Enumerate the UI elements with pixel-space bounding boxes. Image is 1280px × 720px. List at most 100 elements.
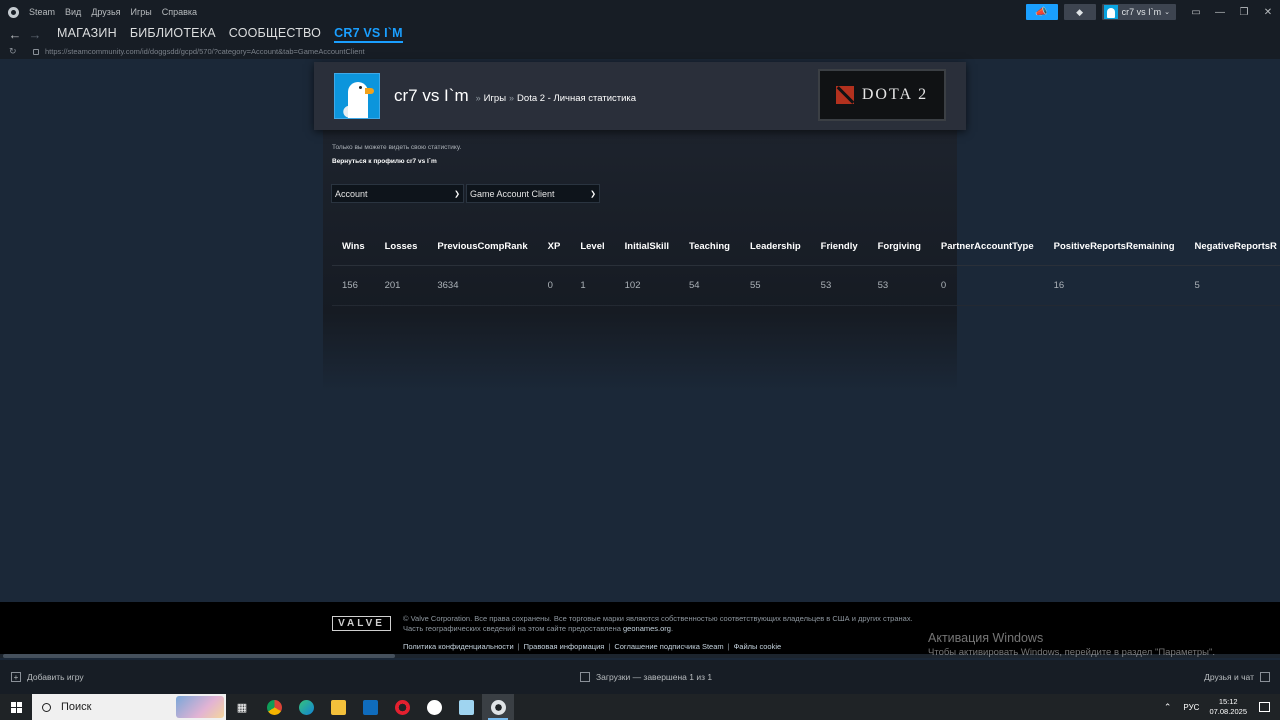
- notes-app-icon[interactable]: [450, 694, 482, 720]
- column-header: Level: [570, 228, 615, 266]
- breadcrumb-stats: Dota 2 - Личная статистика: [517, 93, 637, 104]
- topbar-right: 📣 ◆ cr7 vs I`m ⌄ ▭ — ❐ ✕: [1025, 0, 1280, 24]
- footer-legal: © Valve Corporation. Все права сохранены…: [403, 614, 913, 634]
- clock-time: 15:12: [1218, 697, 1238, 706]
- table-body: 156 201 3634 0 1 102 54 55 53 53 0 16 5: [332, 265, 1280, 306]
- tab-store[interactable]: МАГАЗИН: [57, 26, 117, 43]
- table-cell: 53: [867, 265, 931, 306]
- footer-link-legal[interactable]: Правовая информация: [524, 642, 605, 651]
- menu-steam[interactable]: Steam: [29, 7, 55, 17]
- tab-select[interactable]: Game Account Client ❯: [466, 184, 600, 203]
- restore-icon[interactable]: ❐: [1232, 7, 1256, 18]
- column-header: Leadership: [739, 228, 811, 266]
- column-header: XP: [537, 228, 571, 266]
- reload-icon[interactable]: ↻: [9, 46, 23, 57]
- chevron-up-icon[interactable]: ⌃: [1164, 702, 1172, 713]
- yandex-browser-icon[interactable]: [418, 694, 450, 720]
- steam-taskbar-icon[interactable]: [482, 694, 514, 720]
- close-icon[interactable]: ✕: [1256, 7, 1280, 18]
- tab-profile[interactable]: CR7 VS I`M: [334, 26, 403, 43]
- account-menu[interactable]: cr7 vs I`m ⌄: [1101, 4, 1176, 20]
- geonames-link[interactable]: geonames.org: [623, 624, 671, 633]
- task-view-icon[interactable]: ▦: [226, 694, 258, 720]
- footer-link-privacy[interactable]: Политика конфиденциальности: [403, 642, 514, 651]
- input-language[interactable]: РУС: [1183, 703, 1199, 712]
- chevron-down-icon: ⌄: [1164, 9, 1170, 16]
- big-picture-icon[interactable]: ▭: [1184, 7, 1208, 18]
- table-cell: 0: [930, 265, 1044, 306]
- windows-taskbar: Поиск ▦ ⌃ РУС 15:12 07.08.2025: [0, 694, 1280, 720]
- table-cell: 1: [570, 265, 615, 306]
- steam-bottom-bar: + Добавить игру Загрузки — завершена 1 и…: [0, 660, 1280, 694]
- notification-center-icon[interactable]: [1259, 702, 1270, 712]
- table-row: 156 201 3634 0 1 102 54 55 53 53 0 16 5: [332, 265, 1280, 306]
- valve-logo[interactable]: VALVE: [332, 616, 391, 631]
- column-header: Friendly: [810, 228, 868, 266]
- profile-name[interactable]: cr7 vs I`m: [394, 86, 469, 106]
- search-highlight-image: [176, 696, 224, 718]
- profile-avatar[interactable]: [334, 73, 380, 119]
- notifications-bell-icon[interactable]: ◆: [1063, 4, 1096, 20]
- search-icon: [42, 702, 51, 712]
- category-select-value: Account: [335, 188, 368, 199]
- add-game-button[interactable]: + Добавить игру: [11, 672, 84, 682]
- table-cell: 201: [374, 265, 428, 306]
- privacy-notice: Только вы можете видеть свою статистику.: [332, 144, 462, 151]
- tab-library[interactable]: БИБЛИОТЕКА: [130, 26, 216, 43]
- file-explorer-icon[interactable]: [322, 694, 354, 720]
- edge-icon[interactable]: [290, 694, 322, 720]
- steam-logo-icon: [8, 6, 19, 18]
- friends-chat-button[interactable]: Друзья и чат: [1204, 672, 1270, 682]
- goose-eye-shape: [359, 86, 362, 89]
- dota2-game-logo[interactable]: DOTA 2: [818, 69, 946, 121]
- menu-games[interactable]: Игры: [131, 7, 152, 17]
- forward-arrow-icon[interactable]: →: [25, 27, 45, 42]
- column-header: NegativeReportsR: [1184, 228, 1280, 266]
- table-cell: 53: [810, 265, 868, 306]
- steam-menu-bar: Steam Вид Друзья Игры Справка 📣 ◆ cr7 vs…: [0, 0, 1280, 24]
- activation-title: Активация Windows: [928, 631, 1044, 645]
- back-to-profile-link[interactable]: Вернуться к профилю cr7 vs I`m: [332, 158, 437, 165]
- chevron-down-icon: ❯: [454, 191, 460, 198]
- url-text[interactable]: https://steamcommunity.com/id/doggsdd/gc…: [45, 47, 365, 56]
- table-cell: 156: [332, 265, 375, 306]
- breadcrumb-games[interactable]: Игры: [484, 93, 506, 104]
- profile-header: cr7 vs I`m » Игры » Dota 2 - Личная стат…: [314, 62, 966, 130]
- clock[interactable]: 15:12 07.08.2025: [1209, 697, 1247, 717]
- footer-link-ssa[interactable]: Соглашение подписчика Steam: [614, 642, 723, 651]
- breadcrumb-separator: »: [509, 93, 515, 103]
- steam-nav-bar: ← → МАГАЗИН БИБЛИОТЕКА СООБЩЕСТВО CR7 VS…: [0, 24, 1280, 44]
- menu-view[interactable]: Вид: [65, 7, 81, 17]
- table-cell: 16: [1043, 265, 1185, 306]
- profile-breadcrumb: cr7 vs I`m » Игры » Dota 2 - Личная стат…: [394, 86, 636, 106]
- tab-community[interactable]: СООБЩЕСТВО: [229, 26, 321, 43]
- menu-help[interactable]: Справка: [162, 7, 197, 17]
- announcements-megaphone-icon[interactable]: 📣: [1025, 4, 1058, 20]
- chrome-icon[interactable]: [258, 694, 290, 720]
- windows-start-icon[interactable]: [0, 694, 32, 720]
- legal-line-2: Часть географических сведений на этом са…: [403, 624, 674, 633]
- column-header: Forgiving: [867, 228, 931, 266]
- table-cell: 55: [739, 265, 811, 306]
- taskbar-search[interactable]: Поиск: [32, 694, 226, 720]
- opera-icon[interactable]: [386, 694, 418, 720]
- windows-activation-watermark: Активация Windows Чтобы активировать Win…: [928, 631, 1215, 658]
- friends-label: Друзья и чат: [1204, 672, 1254, 682]
- footer-links: Политика конфиденциальности | Правовая инф…: [403, 642, 782, 651]
- downloads-status[interactable]: Загрузки — завершена 1 из 1: [580, 672, 712, 682]
- table-cell: 54: [678, 265, 740, 306]
- category-select[interactable]: Account ❯: [331, 184, 464, 203]
- horizontal-scrollbar-thumb[interactable]: [3, 654, 395, 658]
- back-arrow-icon[interactable]: ←: [5, 27, 25, 42]
- menu-friends[interactable]: Друзья: [91, 7, 120, 17]
- plus-icon: +: [11, 672, 21, 682]
- table-cell: 0: [537, 265, 571, 306]
- minimize-icon[interactable]: —: [1208, 7, 1232, 18]
- footer-link-cookies[interactable]: Файлы cookie: [734, 642, 782, 651]
- goose-beak-shape: [365, 88, 374, 94]
- outlook-icon[interactable]: [354, 694, 386, 720]
- downloads-label: Загрузки — завершена 1 из 1: [596, 672, 713, 682]
- nav-tabs: МАГАЗИН БИБЛИОТЕКА СООБЩЕСТВО CR7 VS I`M: [57, 26, 416, 43]
- table-header-row: Wins Losses PreviousCompRank XP Level Initial…: [332, 228, 1280, 266]
- column-header: PreviousCompRank: [427, 228, 538, 266]
